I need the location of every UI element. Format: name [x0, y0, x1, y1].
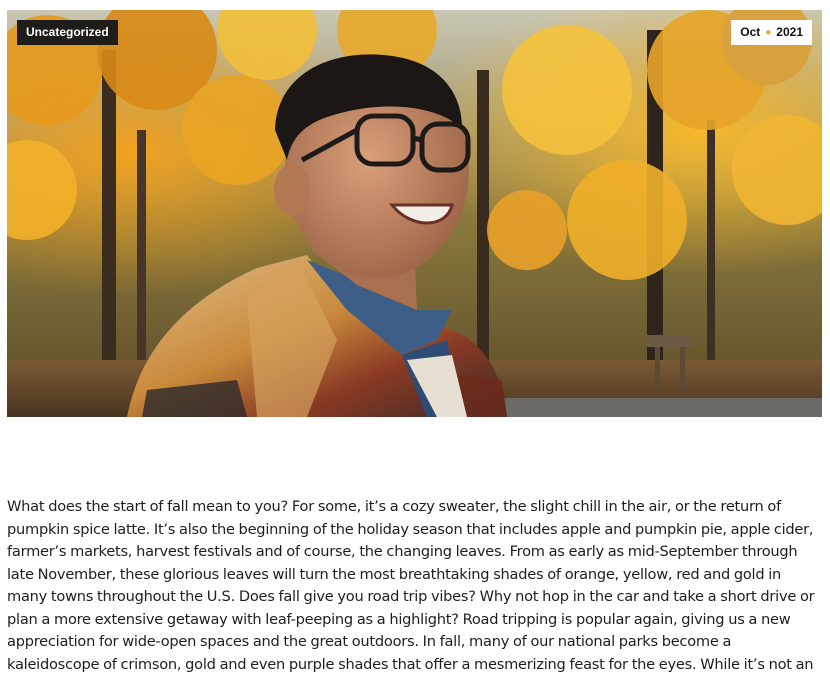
- featured-image[interactable]: Uncategorized Oct ● 2021: [7, 10, 822, 417]
- post-date-badge: Oct ● 2021: [731, 20, 812, 45]
- article-body-paragraph: What does the start of fall mean to you?…: [7, 498, 815, 673]
- dot-icon: ●: [765, 27, 772, 38]
- post-date-year: 2021: [776, 25, 803, 39]
- featured-photo: [7, 10, 822, 417]
- post-date-month: Oct: [740, 25, 761, 39]
- category-badge[interactable]: Uncategorized: [17, 20, 118, 45]
